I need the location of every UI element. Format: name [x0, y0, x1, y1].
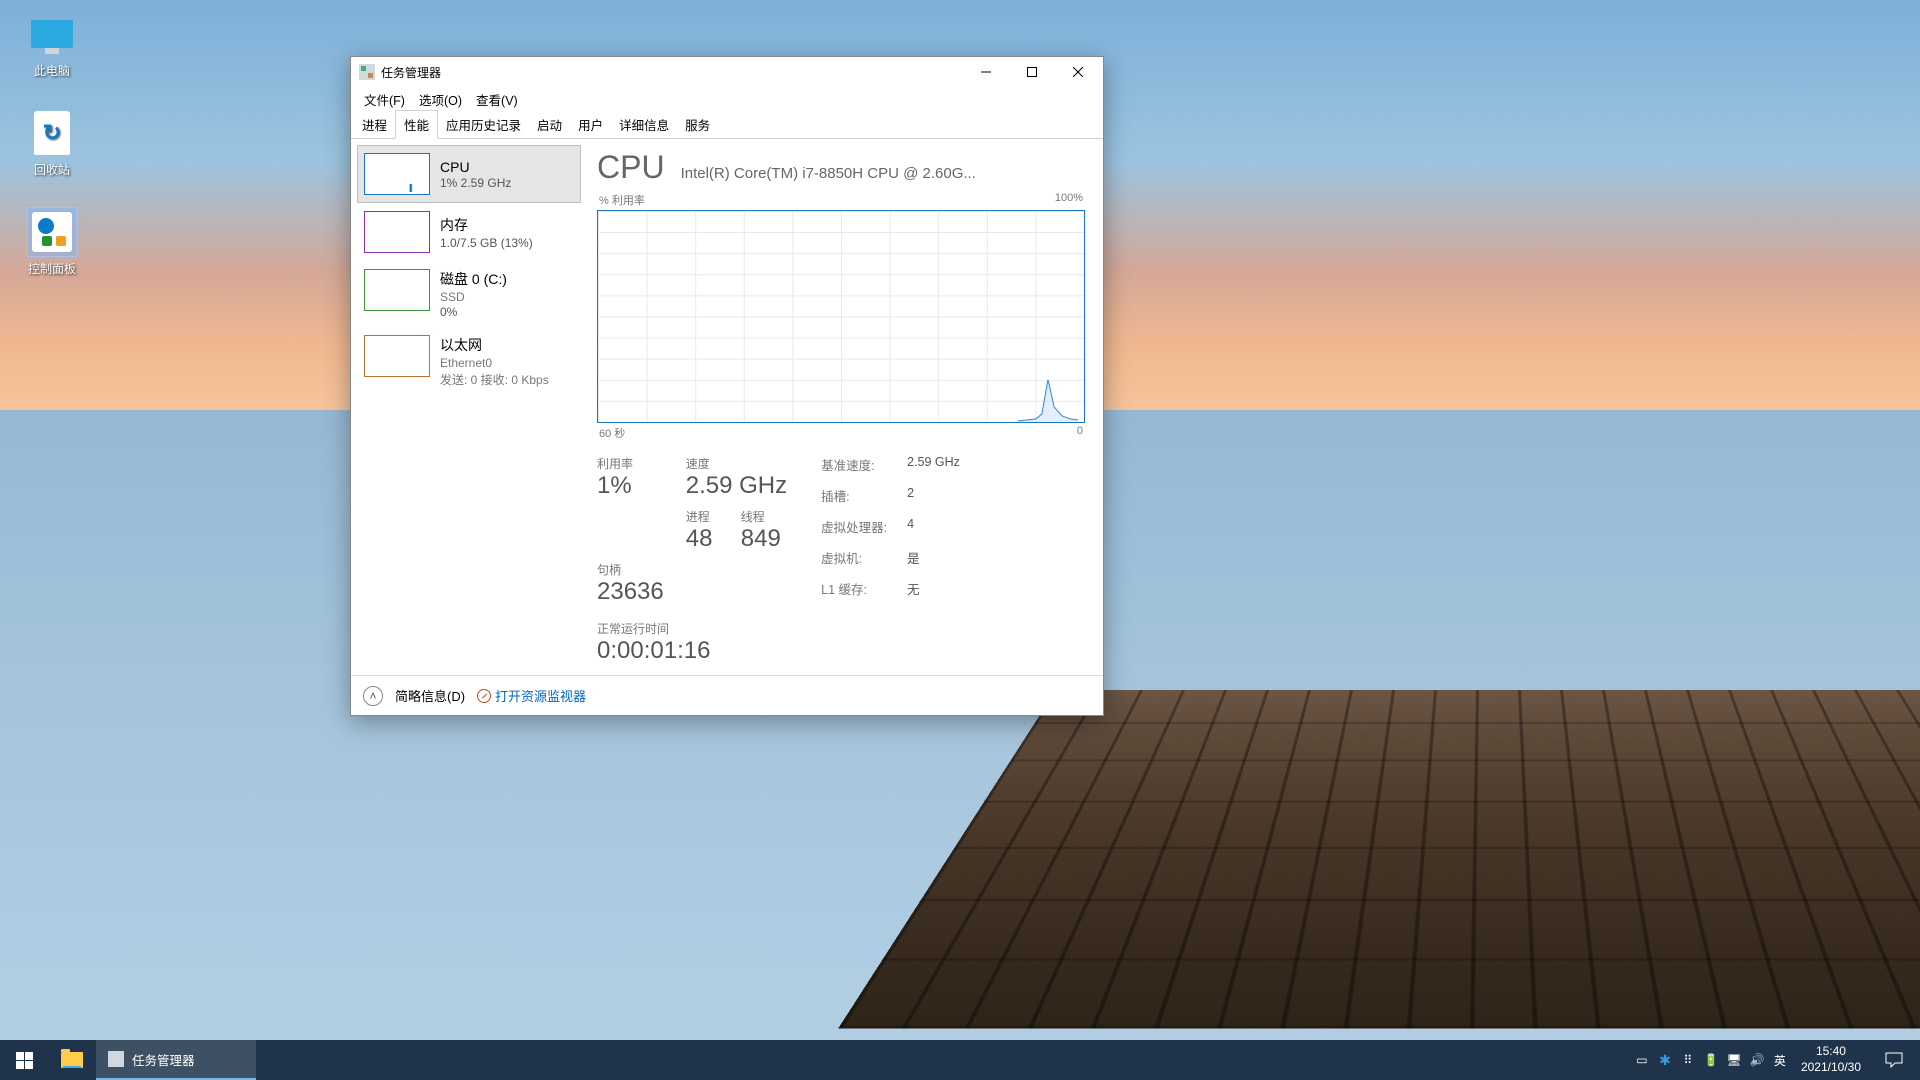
value-handles: 23636 [597, 578, 664, 606]
taskbar-item-label: 任务管理器 [132, 1050, 195, 1069]
maximize-button[interactable] [1009, 57, 1055, 87]
cpu-utilization-chart[interactable] [597, 210, 1085, 423]
desktop-icon-control-panel[interactable]: 控制面板 [14, 208, 90, 277]
system-tray: ▭ ✱ ⠿ 🔋 🖥 🔊 英 15:40 2021/10/30 [1628, 1040, 1920, 1080]
value-l1-cache: 无 [907, 579, 960, 606]
label-virtualization: 虚拟机: [821, 548, 887, 575]
sidebar-eth-sub2: 发送: 0 接收: 0 Kbps [440, 371, 549, 388]
sidebar-cpu-title: CPU [440, 159, 511, 175]
performance-sidebar: CPU 1% 2.59 GHz 内存 1.0/7.5 GB (13%) 磁盘 0… [351, 139, 587, 675]
sidebar-item-cpu[interactable]: CPU 1% 2.59 GHz [357, 145, 581, 203]
value-sockets: 2 [907, 486, 960, 513]
tray-network-icon[interactable]: 🖥 [1724, 1040, 1744, 1080]
sidebar-disk-sub1: SSD [440, 290, 507, 304]
tab-bar: 进程 性能 应用历史记录 启动 用户 详细信息 服务 [351, 111, 1103, 139]
label-uptime: 正常运行时间 [597, 620, 1085, 637]
label-processes: 进程 [686, 508, 719, 525]
desktop-icon-label: 控制面板 [28, 262, 76, 276]
y-axis-label: % 利用率 [599, 192, 645, 208]
menubar: 文件(F) 选项(O) 查看(V) [351, 87, 1103, 111]
tab-details[interactable]: 详细信息 [611, 111, 677, 138]
close-button[interactable] [1055, 57, 1101, 87]
windows-logo-icon [16, 1052, 33, 1069]
menu-options[interactable]: 选项(O) [412, 88, 469, 111]
window-title: 任务管理器 [381, 64, 963, 81]
eth-thumb-chart [364, 335, 430, 377]
resource-monitor-icon [477, 689, 491, 703]
tray-date: 2021/10/30 [1801, 1060, 1861, 1076]
tray-security-icon[interactable]: ⠿ [1678, 1040, 1698, 1080]
sidebar-item-ethernet[interactable]: 以太网 Ethernet0 发送: 0 接收: 0 Kbps [357, 327, 581, 396]
label-speed: 速度 [686, 455, 787, 472]
x-axis-right: 0 [1077, 425, 1083, 441]
value-logical-processors: 4 [907, 517, 960, 544]
start-button[interactable] [0, 1040, 48, 1080]
label-utilization: 利用率 [597, 455, 664, 472]
value-virtualization: 是 [907, 548, 960, 575]
tray-clock[interactable]: 15:40 2021/10/30 [1793, 1044, 1869, 1075]
y-axis-max: 100% [1055, 192, 1083, 208]
task-manager-icon [359, 64, 375, 80]
sidebar-disk-sub2: 0% [440, 305, 507, 319]
value-utilization: 1% [597, 472, 664, 500]
tab-users[interactable]: 用户 [570, 111, 611, 138]
label-base-speed: 基准速度: [821, 455, 887, 482]
desktop-icon-this-pc[interactable]: 此电脑 [14, 10, 90, 79]
sidebar-disk-title: 磁盘 0 (C:) [440, 269, 507, 289]
tray-time: 15:40 [1801, 1044, 1861, 1060]
label-handles: 句柄 [597, 561, 664, 578]
tray-ime-indicator[interactable]: 英 [1770, 1040, 1790, 1080]
value-base-speed: 2.59 GHz [907, 455, 960, 482]
sidebar-memory-sub: 1.0/7.5 GB (13%) [440, 236, 533, 250]
minimize-button[interactable] [963, 57, 1009, 87]
sidebar-cpu-sub: 1% 2.59 GHz [440, 176, 511, 190]
tab-processes[interactable]: 进程 [354, 111, 395, 138]
label-threads: 线程 [741, 508, 787, 525]
desktop-icon-recycle-bin[interactable]: 回收站 [14, 109, 90, 178]
value-speed: 2.59 GHz [686, 472, 787, 500]
performance-main: CPU Intel(R) Core(TM) i7-8850H CPU @ 2.6… [587, 139, 1103, 675]
x-axis-left: 60 秒 [599, 425, 625, 441]
window-footer: ˄ 简略信息(D) 打开资源监视器 [351, 675, 1103, 715]
sidebar-item-disk[interactable]: 磁盘 0 (C:) SSD 0% [357, 261, 581, 327]
menu-file[interactable]: 文件(F) [357, 88, 412, 111]
folder-icon [61, 1052, 83, 1068]
value-uptime: 0:00:01:16 [597, 637, 1085, 665]
sidebar-memory-title: 内存 [440, 215, 533, 235]
tray-action-center-icon[interactable] [1872, 1052, 1916, 1068]
tray-volume-icon[interactable]: 🔊 [1747, 1040, 1767, 1080]
tray-touchpad-icon[interactable]: ▭ [1632, 1040, 1652, 1080]
titlebar[interactable]: 任务管理器 [351, 57, 1103, 87]
tab-services[interactable]: 服务 [677, 111, 718, 138]
cpu-model: Intel(R) Core(TM) i7-8850H CPU @ 2.60G..… [681, 165, 1085, 182]
taskbar-file-explorer[interactable] [48, 1040, 96, 1080]
label-logical-processors: 虚拟处理器: [821, 517, 887, 544]
main-heading: CPU [597, 149, 665, 186]
task-manager-icon [108, 1051, 124, 1067]
desktop-icon-label: 此电脑 [34, 64, 70, 78]
fewer-details-label: 简略信息(D) [395, 686, 465, 705]
disk-thumb-chart [364, 269, 430, 311]
cpu-thumb-chart [364, 153, 430, 195]
sidebar-item-memory[interactable]: 内存 1.0/7.5 GB (13%) [357, 203, 581, 261]
taskbar-item-task-manager[interactable]: 任务管理器 [96, 1040, 256, 1080]
tab-app-history[interactable]: 应用历史记录 [438, 111, 529, 138]
sidebar-eth-title: 以太网 [440, 335, 549, 355]
open-resource-monitor-link[interactable]: 打开资源监视器 [477, 686, 586, 705]
desktop-icon-label: 回收站 [34, 163, 70, 177]
memory-thumb-chart [364, 211, 430, 253]
task-manager-window: 任务管理器 文件(F) 选项(O) 查看(V) 进程 性能 应用历史记录 启动 … [350, 56, 1104, 716]
tray-battery-icon[interactable]: 🔋 [1701, 1040, 1721, 1080]
tab-performance[interactable]: 性能 [395, 110, 438, 139]
value-threads: 849 [741, 525, 787, 553]
tray-bluetooth-icon[interactable]: ✱ [1655, 1040, 1675, 1080]
taskbar: 任务管理器 ▭ ✱ ⠿ 🔋 🖥 🔊 英 15:40 2021/10/30 [0, 1040, 1920, 1080]
label-l1-cache: L1 缓存: [821, 579, 887, 606]
fewer-details-button[interactable]: ˄ [363, 686, 383, 706]
menu-view[interactable]: 查看(V) [469, 88, 525, 111]
tab-startup[interactable]: 启动 [529, 111, 570, 138]
sidebar-eth-sub1: Ethernet0 [440, 356, 549, 370]
value-processes: 48 [686, 525, 719, 553]
label-sockets: 插槽: [821, 486, 887, 513]
